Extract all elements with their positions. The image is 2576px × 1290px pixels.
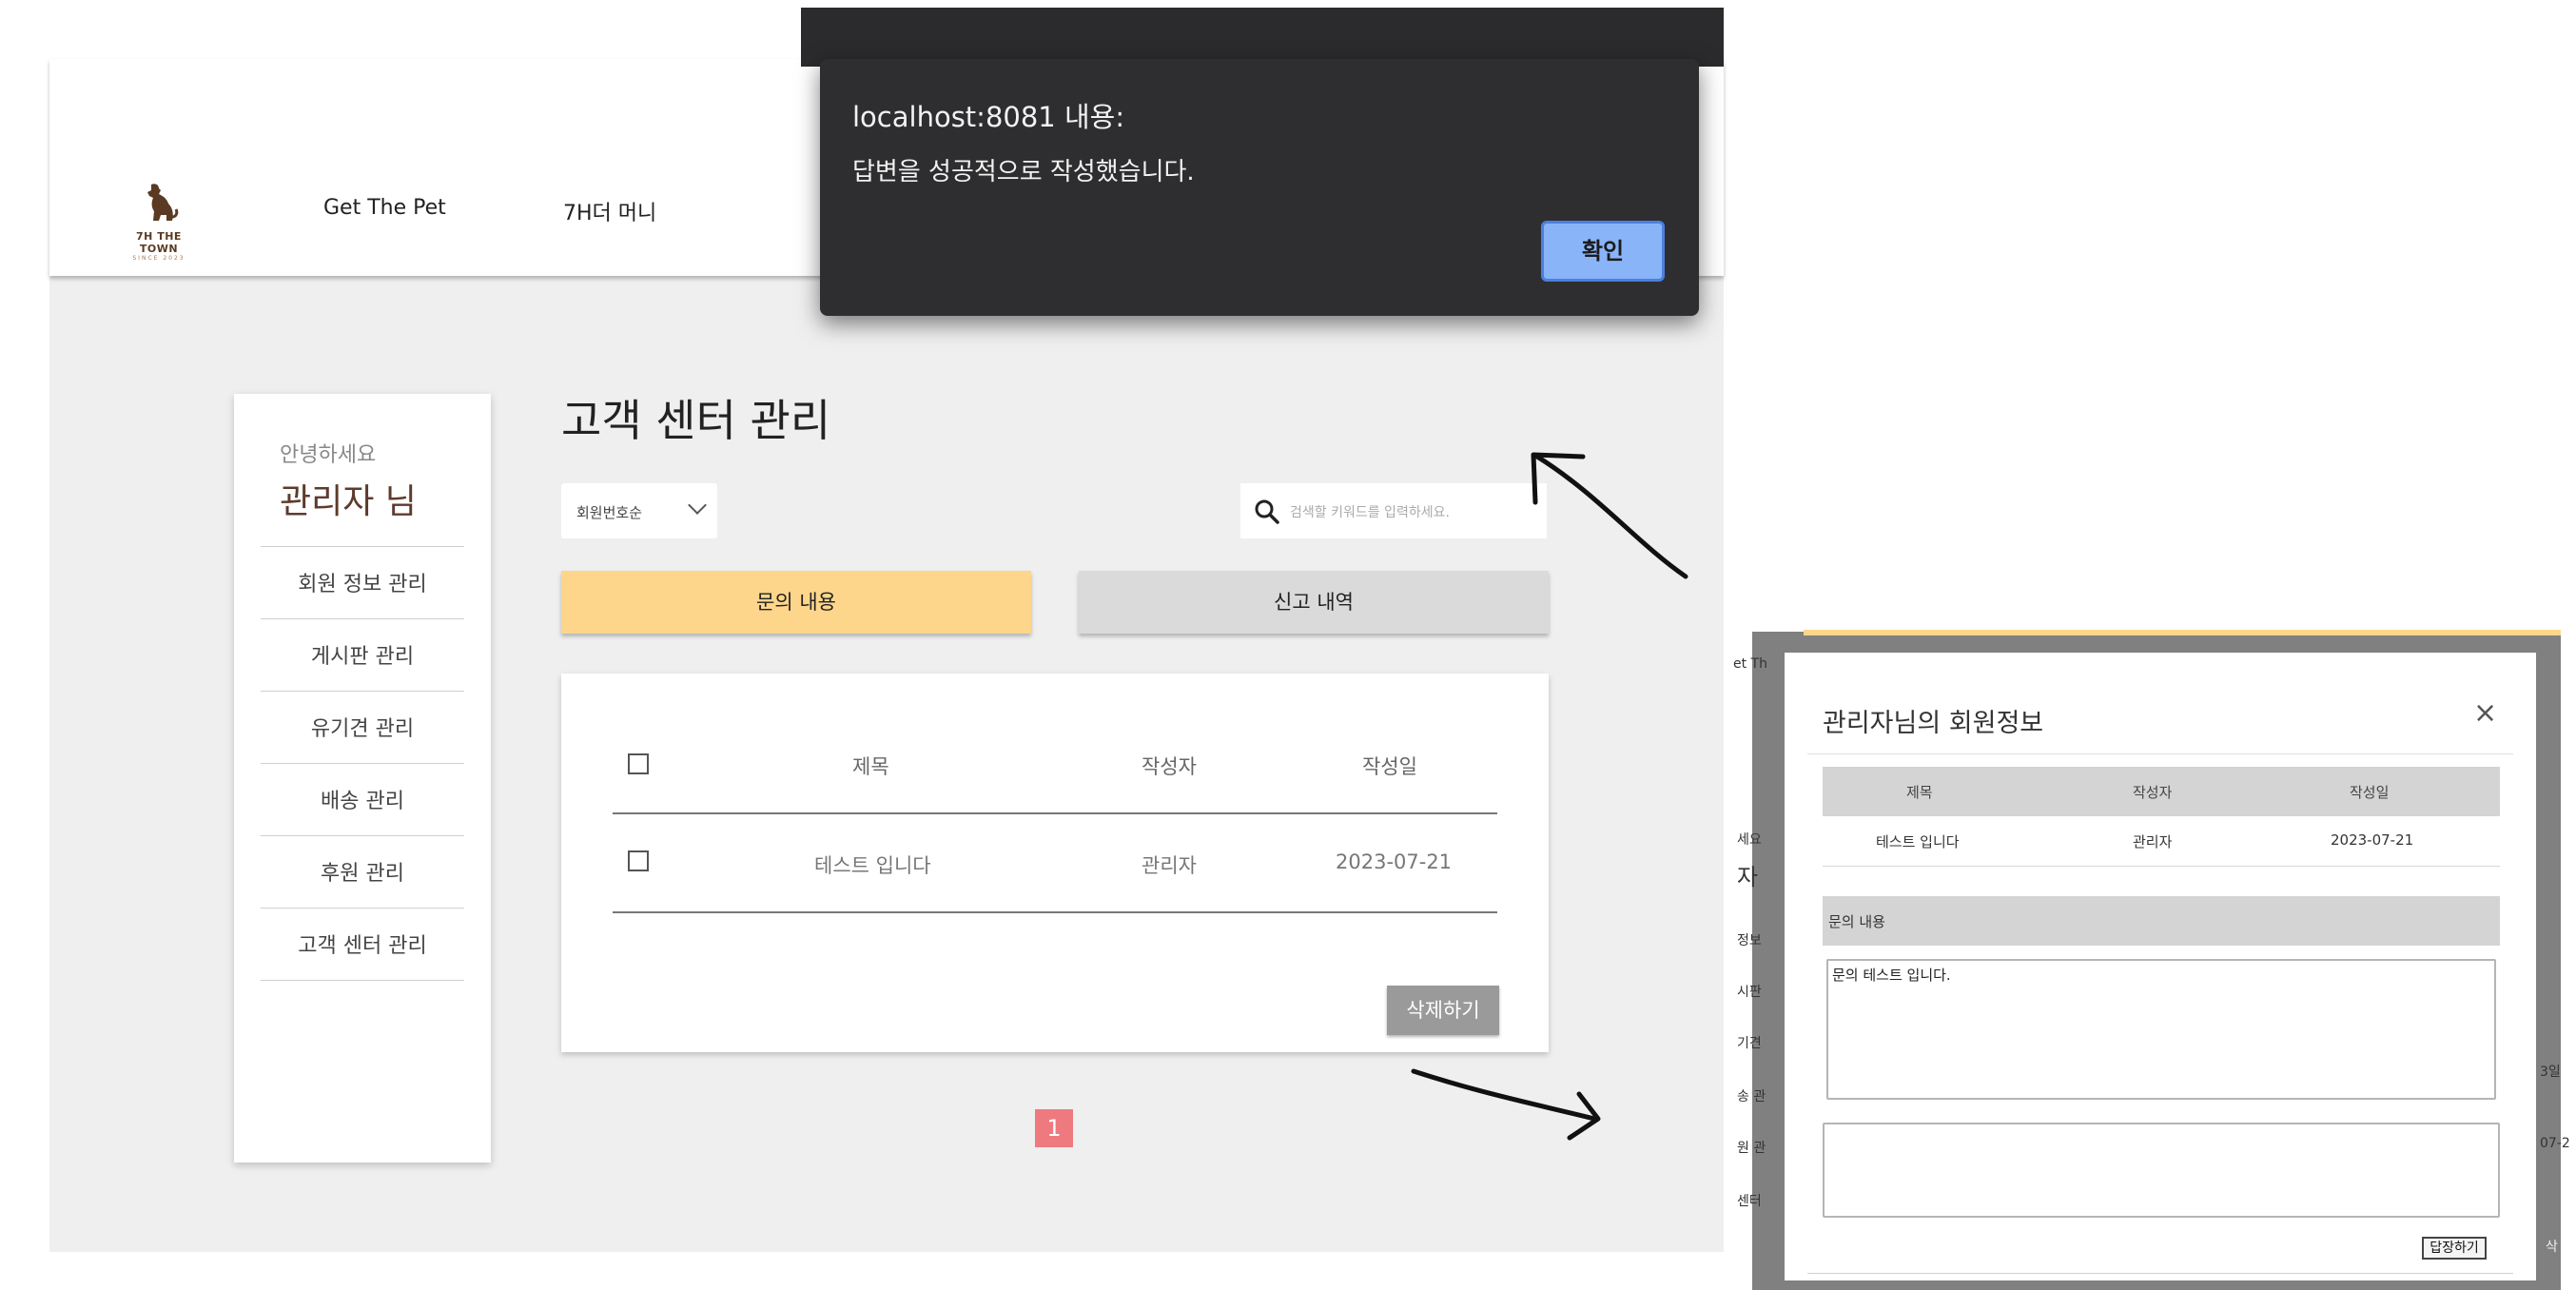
backdrop-text: et Th <box>1733 656 1767 672</box>
nav-7h-money[interactable]: 7H더 머니 <box>563 196 656 226</box>
modal-row-title: 테스트 입니다 <box>1876 833 1960 850</box>
modal-row-date: 2023-07-21 <box>2331 831 2414 849</box>
sidebar-divider <box>261 691 464 692</box>
sidebar-divider <box>261 980 464 981</box>
browser-top-bar <box>801 8 1724 67</box>
sidebar-item-sponsorship[interactable]: 후원 관리 <box>261 856 464 887</box>
backdrop-text: 07-2 <box>2540 1136 2570 1151</box>
search-input[interactable]: 검색할 키워드를 입력하세요. <box>1240 483 1547 538</box>
search-placeholder: 검색할 키워드를 입력하세요. <box>1290 505 1450 520</box>
column-header-date: 작성일 <box>1362 755 1417 778</box>
sidebar-divider <box>261 763 464 764</box>
nav-get-the-pet[interactable]: Get The Pet <box>323 196 446 220</box>
reply-textarea[interactable] <box>1823 1123 2500 1218</box>
row-title[interactable]: 테스트 입니다 <box>814 850 931 879</box>
modal-backdrop-accent <box>1804 630 2561 635</box>
backdrop-text: 기견 <box>1737 1036 1762 1051</box>
row-author: 관리자 <box>1142 854 1197 877</box>
sidebar-item-delivery[interactable]: 배송 관리 <box>261 784 464 814</box>
modal-header-title: 제목 <box>1906 784 1933 801</box>
sidebar-divider <box>261 618 464 619</box>
sidebar-greeting: 안녕하세요 <box>280 443 377 467</box>
backdrop-text: 시판 <box>1737 985 1762 1000</box>
sidebar-divider <box>261 908 464 909</box>
alert-title: localhost:8081 내용: <box>852 101 1125 133</box>
alert-message: 답변을 성공적으로 작성했습니다. <box>852 158 1195 186</box>
sidebar-item-abandoned-dogs[interactable]: 유기견 관리 <box>261 712 464 742</box>
search-icon <box>1255 499 1279 524</box>
logo-text: 7H THE TOWN <box>136 230 182 255</box>
sidebar-item-member-info[interactable]: 회원 정보 관리 <box>261 567 464 597</box>
modal-title: 관리자님의 회원정보 <box>1823 709 2044 738</box>
sidebar-divider <box>261 546 464 547</box>
backdrop-text: 원 관 <box>1737 1141 1766 1156</box>
backdrop-text: 센터 <box>1737 1194 1762 1209</box>
modal-divider <box>1807 753 2513 754</box>
delete-button[interactable]: 삭제하기 <box>1387 986 1499 1035</box>
backdrop-text: 3일 <box>2540 1065 2561 1080</box>
dog-logo-icon <box>147 184 179 221</box>
column-header-title: 제목 <box>852 755 889 778</box>
backdrop-text: 삭 <box>2546 1240 2558 1255</box>
column-header-author: 작성자 <box>1142 755 1197 778</box>
alert-ok-button[interactable]: 확인 <box>1541 221 1665 282</box>
reply-button[interactable]: 답장하기 <box>2422 1237 2487 1260</box>
logo-subtext: SINCE 2023 <box>132 255 185 262</box>
modal-row-author: 관리자 <box>2133 833 2173 850</box>
sort-select-value: 회원번호순 <box>576 504 643 521</box>
sidebar-username: 관리자 님 <box>280 482 417 521</box>
select-all-checkbox[interactable] <box>628 753 649 774</box>
tab-reports[interactable]: 신고 내역 <box>1079 571 1549 634</box>
backdrop-text: 세요 <box>1737 832 1762 848</box>
modal-bottom-divider <box>1807 1273 2513 1274</box>
inquiry-label: 문의 내용 <box>1823 896 2500 946</box>
tab-inquiries[interactable]: 문의 내용 <box>561 571 1031 634</box>
table-divider <box>613 812 1497 814</box>
backdrop-text: 자 <box>1737 864 1759 890</box>
modal-header-date: 작성일 <box>2350 784 2390 801</box>
chevron-down-icon <box>688 496 707 515</box>
sidebar-item-customer-center[interactable]: 고객 센터 관리 <box>261 928 464 959</box>
table-divider <box>613 911 1497 913</box>
close-icon[interactable]: × <box>2473 696 2497 730</box>
modal-row-divider <box>1823 866 2500 867</box>
backdrop-text: 정보 <box>1737 933 1762 948</box>
inquiry-content: 문의 테스트 입니다. <box>1826 959 2496 1100</box>
sidebar-divider <box>261 835 464 836</box>
modal-header-author: 작성자 <box>2133 784 2173 801</box>
pagination-page-1[interactable]: 1 <box>1035 1109 1073 1147</box>
site-logo[interactable]: 7H THE TOWN SINCE 2023 <box>116 183 202 262</box>
backdrop-text: 송 관 <box>1737 1089 1766 1104</box>
page-title: 고객 센터 관리 <box>561 395 831 446</box>
sidebar-item-board[interactable]: 게시판 관리 <box>261 639 464 670</box>
row-checkbox[interactable] <box>628 850 649 871</box>
row-date: 2023-07-21 <box>1336 850 1453 873</box>
sort-select[interactable]: 회원번호순 <box>561 483 717 538</box>
